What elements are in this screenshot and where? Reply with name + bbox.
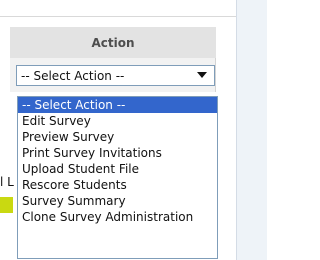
dropdown-option-edit-survey[interactable]: Edit Survey <box>18 113 217 129</box>
action-select[interactable]: -- Select Action -- <box>16 65 215 86</box>
right-panel <box>236 0 267 260</box>
dropdown-option-upload-student-file[interactable]: Upload Student File <box>18 161 217 177</box>
chevron-down-icon <box>197 72 207 78</box>
action-column-header-label: Action <box>91 35 135 50</box>
action-column-header: Action <box>10 27 216 58</box>
partial-row-text: l L <box>0 175 14 189</box>
status-indicator <box>0 197 13 213</box>
dropdown-option-clone-survey-administration[interactable]: Clone Survey Administration <box>18 209 217 225</box>
dropdown-option-survey-summary[interactable]: Survey Summary <box>18 193 217 209</box>
column-divider <box>236 0 237 260</box>
dropdown-option-select-action[interactable]: -- Select Action -- <box>18 97 217 113</box>
dropdown-option-preview-survey[interactable]: Preview Survey <box>18 129 217 145</box>
action-dropdown-list[interactable]: -- Select Action -- Edit Survey Preview … <box>17 96 218 259</box>
dropdown-option-print-survey-invitations[interactable]: Print Survey Invitations <box>18 145 217 161</box>
dropdown-option-rescore-students[interactable]: Rescore Students <box>18 177 217 193</box>
action-select-value: -- Select Action -- <box>21 68 125 83</box>
top-strip <box>0 0 236 27</box>
top-border <box>0 16 236 17</box>
survey-action-page: Action -- Select Action -- -- Select Act… <box>0 0 267 260</box>
